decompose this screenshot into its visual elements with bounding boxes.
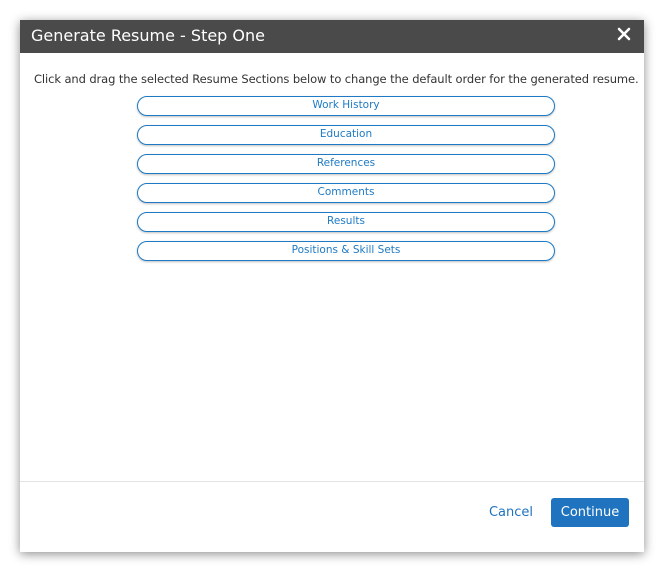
section-item-references[interactable]: References	[137, 154, 555, 174]
generate-resume-dialog: Generate Resume - Step One Click and dra…	[20, 20, 644, 552]
section-item-comments[interactable]: Comments	[137, 183, 555, 203]
footer-divider	[20, 481, 644, 482]
dialog-header: Generate Resume - Step One	[20, 20, 644, 53]
continue-button[interactable]: Continue	[551, 498, 629, 527]
section-item-results[interactable]: Results	[137, 212, 555, 232]
instructions-text: Click and drag the selected Resume Secti…	[34, 72, 639, 86]
section-item-work-history[interactable]: Work History	[137, 96, 555, 116]
resume-section-list: Work History Education References Commen…	[137, 96, 555, 270]
dialog-title: Generate Resume - Step One	[31, 26, 265, 45]
section-item-education[interactable]: Education	[137, 125, 555, 145]
section-item-positions-skill-sets[interactable]: Positions & Skill Sets	[137, 241, 555, 261]
cancel-button[interactable]: Cancel	[483, 499, 539, 527]
close-icon[interactable]	[616, 26, 632, 42]
